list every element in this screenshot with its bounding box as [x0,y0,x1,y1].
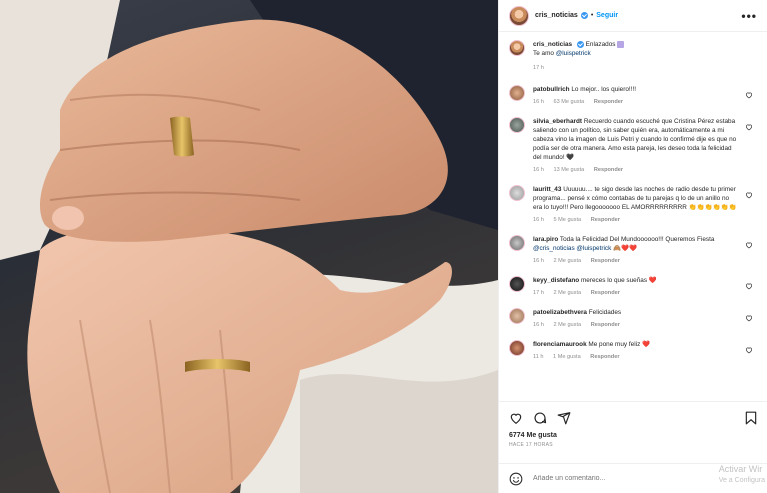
comment-avatar[interactable] [509,276,525,292]
comment-emoji: 🙈❤️❤️ [613,245,637,252]
comment-text: Toda la Felicidad Del Mundoooooo!!! Quer… [559,236,715,243]
like-comment-heart-icon[interactable] [745,241,753,249]
reply-button[interactable]: Responder [591,322,620,328]
author-avatar[interactable] [509,5,529,26]
verified-badge-icon [576,40,584,48]
caption-text-2: Te amo [533,50,554,57]
comment-likes[interactable]: 63 Me gusta [553,99,584,105]
comment-time: 16 h [533,217,544,223]
comment-text: Felicidades [588,309,622,316]
caption-mention[interactable]: @luispetrick [556,50,591,57]
caption-text: Enlazados [585,41,616,48]
comment-icon[interactable] [533,411,547,425]
save-icon[interactable] [745,411,757,425]
like-comment-heart-icon[interactable] [745,314,753,322]
verified-badge-icon [580,12,588,19]
comment-text: mereces lo que sueñas ❤️ [580,277,657,284]
comment-likes[interactable]: 5 Me gusta [553,217,581,223]
post-header: cris_noticias • Seguir ••• [499,0,767,32]
wedding-emoji-icon [617,40,625,48]
like-comment-heart-icon[interactable] [745,346,753,354]
comment-username[interactable]: silvia_eberhardt [533,118,582,125]
heart-icon[interactable] [509,411,523,425]
comment-likes[interactable]: 1 Me gusta [553,354,581,360]
add-comment-bar [499,463,767,493]
comment-item: florenciamaurook Me pone muy feliz ❤️ 11… [509,340,757,362]
comment-likes[interactable]: 2 Me gusta [553,290,581,296]
comment-item: lauritt_43 Uuuuuu.... te sigo desde las … [509,185,757,225]
reply-button[interactable]: Responder [591,217,620,223]
comment-avatar[interactable] [509,185,525,201]
caption-username[interactable]: cris_noticias [533,41,572,48]
share-icon[interactable] [557,411,571,425]
author-username[interactable]: cris_noticias [535,12,578,19]
like-comment-heart-icon[interactable] [745,282,753,290]
reply-button[interactable]: Responder [594,99,623,105]
post-actions: 6774 Me gusta HACE 17 HORAS [499,401,767,463]
reply-button[interactable]: Responder [594,167,623,173]
like-comment-heart-icon[interactable] [745,123,753,131]
comment-input[interactable] [533,475,757,482]
post-caption: cris_noticias Enlazados Te amo @luispetr… [509,40,757,73]
reply-button[interactable]: Responder [591,258,620,264]
comment-text: Uuuuuu.... te sigo desde las noches de r… [533,186,737,211]
comment-avatar[interactable] [509,117,525,133]
likes-count[interactable]: 6774 Me gusta [509,432,757,439]
comment-avatar[interactable] [509,85,525,101]
emoji-icon[interactable] [509,472,523,486]
comment-time: 16 h [533,167,544,173]
comment-time: 16 h [533,99,544,105]
comment-avatar[interactable] [509,340,525,356]
comment-username[interactable]: lauritt_43 [533,186,561,193]
comment-item: patoelizabethvera Felicidades 16 h 2 Me … [509,308,757,330]
more-options-icon[interactable]: ••• [741,9,757,23]
comment-username[interactable]: keyy_distefano [533,277,579,284]
comment-avatar[interactable] [509,235,525,251]
comment-item: keyy_distefano mereces lo que sueñas ❤️ … [509,276,757,298]
hands-with-rings-image [0,0,498,493]
reply-button[interactable]: Responder [590,354,619,360]
comment-time: 17 h [533,290,544,296]
comment-likes[interactable]: 2 Me gusta [553,258,581,264]
caption-avatar[interactable] [509,40,525,56]
follow-button[interactable]: Seguir [596,12,618,19]
post-side-panel: cris_noticias • Seguir ••• cris_noticias… [498,0,767,493]
comment-username[interactable]: patobullrich [533,86,570,93]
comment-likes[interactable]: 13 Me gusta [553,167,584,173]
comment-avatar[interactable] [509,308,525,324]
post-photo[interactable] [0,0,498,493]
reply-button[interactable]: Responder [591,290,620,296]
comments-list[interactable]: cris_noticias Enlazados Te amo @luispetr… [499,32,767,401]
comment-time: 11 h [533,354,544,360]
comment-time: 16 h [533,322,544,328]
comment-text: Me pone muy feliz ❤️ [588,341,650,348]
like-comment-heart-icon[interactable] [745,191,753,199]
comment-text: Lo mejor.. los quiero!!!! [571,86,637,93]
comment-mention[interactable]: @cris_noticias @luispetrick [533,245,611,252]
post-timestamp: HACE 17 HORAS [509,442,553,448]
comment-item: patobullrich Lo mejor.. los quiero!!!! 1… [509,85,757,107]
comment-time: 16 h [533,258,544,264]
like-comment-heart-icon[interactable] [745,91,753,99]
comment-item: silvia_eberhardt Recuerdo cuando escuché… [509,117,757,175]
comment-username[interactable]: lara.piro [533,236,558,243]
comment-item: lara.piro Toda la Felicidad Del Mundoooo… [509,235,757,266]
comment-username[interactable]: patoelizabethvera [533,309,587,316]
comment-likes[interactable]: 2 Me gusta [553,322,581,328]
caption-time: 17 h [533,65,544,71]
separator-dot: • [590,12,594,19]
comment-username[interactable]: florenciamaurook [533,341,587,348]
